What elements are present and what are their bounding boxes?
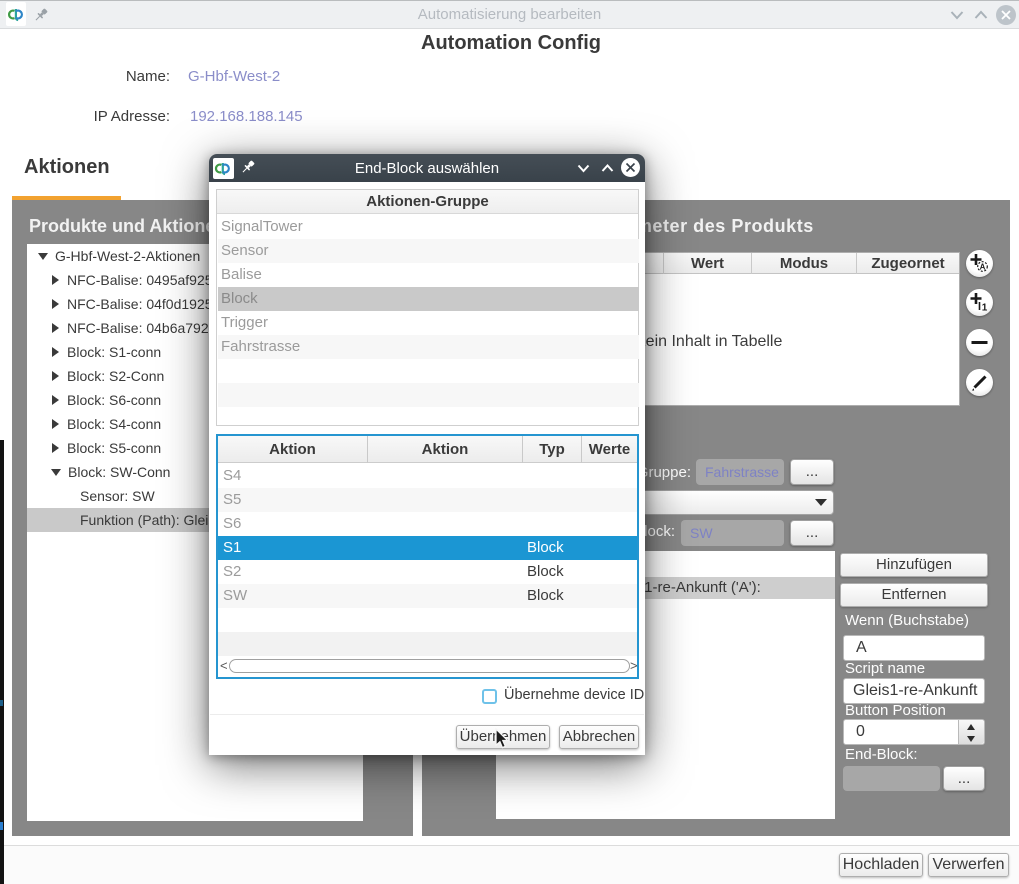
svg-text:1: 1 [982,303,988,314]
svg-text:A: A [980,263,986,272]
